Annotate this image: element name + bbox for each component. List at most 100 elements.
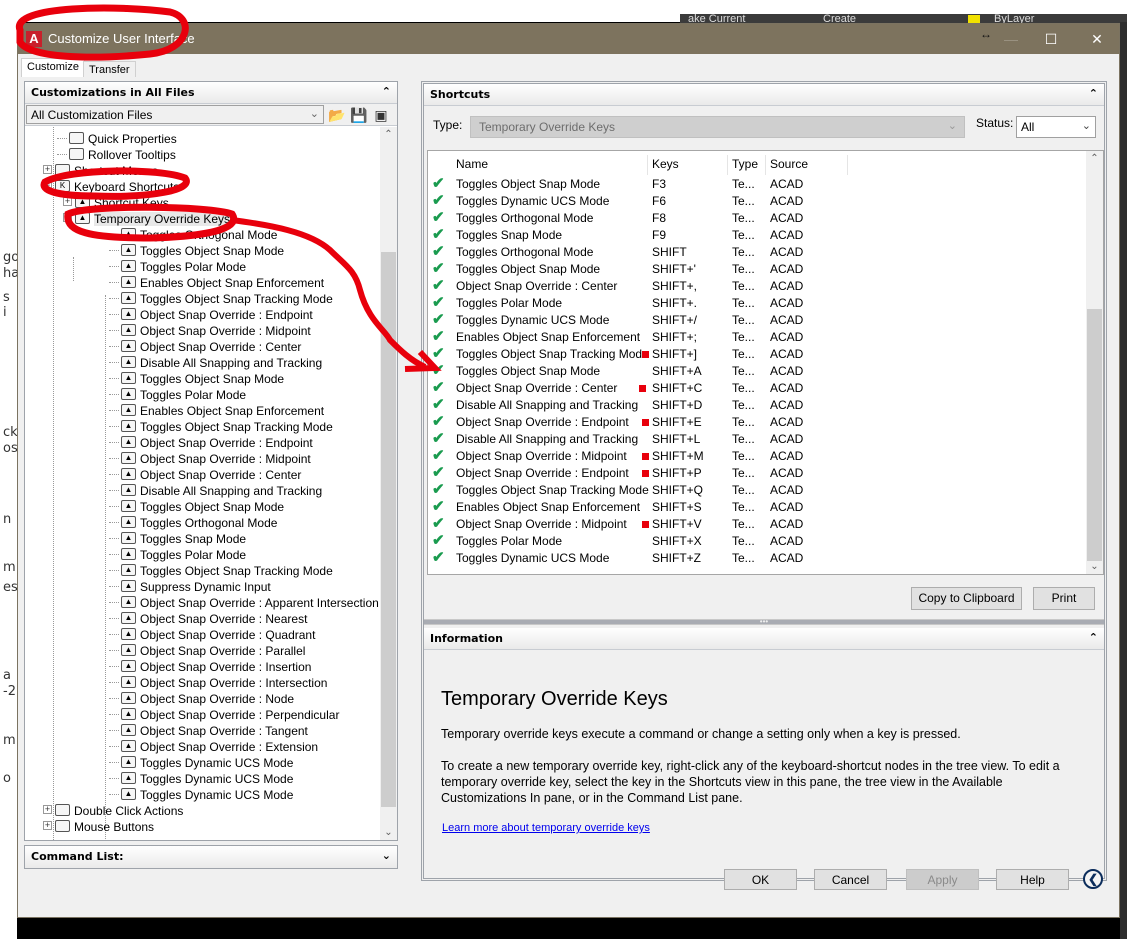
tree-item[interactable]: ▲ Object Snap Override : Midpoint	[109, 322, 311, 338]
tree-item[interactable]: ▲ Object Snap Override : Parallel	[109, 642, 305, 658]
shortcut-row[interactable]: ✔ Toggles Polar Mode SHIFT+. Te... ACAD	[428, 294, 1084, 312]
tree-item[interactable]: ▲ Object Snap Override : Apparent Interse…	[109, 594, 379, 610]
tree-item[interactable]: ▲ Toggles Object Snap Mode	[109, 498, 284, 514]
double-chevron-up-icon[interactable]: ⌃	[1089, 87, 1098, 100]
column-header-type[interactable]: Type	[728, 155, 766, 175]
column-header-source[interactable]: Source	[766, 155, 848, 175]
tree-item[interactable]: ▲ Toggles Polar Mode	[109, 386, 246, 402]
shortcut-row[interactable]: ✔ Toggles Dynamic UCS Mode SHIFT+/ Te... ACA…	[428, 311, 1084, 329]
close-button[interactable]: ✕	[1074, 24, 1120, 54]
shortcut-row[interactable]: ✔ Toggles Object Snap Mode SHIFT+A Te... ACA…	[428, 362, 1084, 380]
shortcut-row[interactable]: ✔ Toggles Object Snap Tracking Mode SHIFT+…	[428, 481, 1084, 499]
tree-item[interactable]: ▲ Enables Object Snap Enforcement	[109, 402, 324, 418]
command-list-panel[interactable]: Command List: ⌄	[24, 845, 398, 869]
tree-item[interactable]: ▲ Object Snap Override : Nearest	[109, 610, 307, 626]
scroll-down-icon[interactable]: ⌄	[1086, 561, 1103, 572]
tree-item[interactable]: Rollover Tooltips	[57, 146, 176, 162]
tree-item[interactable]: ▲ Toggles Object Snap Tracking Mode	[109, 562, 333, 578]
double-chevron-up-icon[interactable]: ⌃	[1089, 631, 1098, 644]
scroll-down-icon[interactable]: ⌄	[380, 827, 397, 838]
status-dropdown[interactable]: All ⌄	[1016, 116, 1096, 138]
tree-item[interactable]: ▲ Object Snap Override : Intersection	[109, 674, 327, 690]
tree-item[interactable]: ▲ Object Snap Override : Tangent	[109, 722, 308, 738]
shortcut-row[interactable]: ✔ Toggles Polar Mode SHIFT+X Te... ACAD	[428, 532, 1084, 550]
shortcut-row[interactable]: ✔ Enables Object Snap Enforcement SHIFT+; T…	[428, 328, 1084, 346]
shortcut-row[interactable]: ✔ Object Snap Override : Midpoint SHIFT+M T…	[428, 447, 1084, 465]
tree-item[interactable]: ▲ Toggles Object Snap Tracking Mode	[109, 418, 333, 434]
tree-item[interactable]: ▲ Object Snap Override : Quadrant	[109, 626, 315, 642]
shortcut-row[interactable]: ✔ Object Snap Override : Midpoint SHIFT+V T…	[428, 515, 1084, 533]
customization-files-dropdown[interactable]: All Customization Files ⌄	[26, 105, 324, 124]
shortcut-row[interactable]: ✔ Toggles Dynamic UCS Mode F6 Te... ACAD	[428, 192, 1084, 210]
open-file-icon[interactable]: 📂	[328, 106, 346, 124]
expand-icon[interactable]: +	[43, 165, 52, 175]
tree-item[interactable]: ▲ Toggles Object Snap Tracking Mode	[109, 290, 333, 306]
copy-to-clipboard-button[interactable]: Copy to Clipboard	[911, 587, 1022, 610]
shortcut-row[interactable]: ✔ Enables Object Snap Enforcement SHIFT+S T…	[428, 498, 1084, 516]
tree-item[interactable]: ▲ Disable All Snapping and Tracking	[109, 354, 322, 370]
tree-item[interactable]: ▲ Enables Object Snap Enforcement	[109, 274, 324, 290]
tree-scrollbar[interactable]: ⌃ ⌄	[380, 127, 397, 840]
customizations-tree[interactable]: Quick Properties Rollover Tooltips + Shortc…	[25, 127, 381, 840]
tree-item[interactable]: ▲ Toggles Dynamic UCS Mode	[109, 770, 293, 786]
print-button[interactable]: Print	[1033, 587, 1095, 610]
scrollbar-thumb[interactable]	[381, 252, 396, 807]
information-panel-header[interactable]: Information ⌃	[424, 628, 1104, 650]
scroll-up-icon[interactable]: ⌃	[380, 129, 397, 140]
expand-icon[interactable]: +	[63, 197, 72, 207]
tree-item[interactable]: ▲ Toggles Dynamic UCS Mode	[109, 754, 293, 770]
shortcut-row[interactable]: ✔ Toggles Object Snap Tracking Mode SHIFT+…	[428, 345, 1084, 363]
customizations-panel-header[interactable]: Customizations in All Files ⌃	[25, 82, 397, 104]
shortcut-row[interactable]: ✔ Toggles Snap Mode F9 Te... ACAD	[428, 226, 1084, 244]
column-header-keys[interactable]: Keys	[648, 155, 728, 175]
shortcut-row[interactable]: ✔ Toggles Dynamic UCS Mode SHIFT+Z Te... ACA…	[428, 549, 1084, 567]
tree-item[interactable]: ▲ Object Snap Override : Insertion	[109, 658, 311, 674]
tree-item[interactable]: + Mouse Buttons	[43, 818, 154, 834]
tree-item[interactable]: ▲ Toggles Polar Mode	[109, 258, 246, 274]
tree-item[interactable]: ▲ Object Snap Override : Endpoint	[109, 306, 313, 322]
double-chevron-down-icon[interactable]: ⌄	[382, 849, 391, 862]
shortcut-row[interactable]: ✔ Object Snap Override : Center SHIFT+C Te.…	[428, 379, 1084, 397]
tree-item[interactable]: ▲ Toggles Object Snap Mode	[109, 370, 284, 386]
tree-item[interactable]: + Shortcut Menus	[43, 162, 158, 178]
tree-item[interactable]: ▲ Toggles Orthogonal Mode	[109, 514, 277, 530]
shortcut-row[interactable]: ✔ Disable All Snapping and Tracking SHIFT+…	[428, 430, 1084, 448]
expand-icon[interactable]: +	[43, 805, 52, 815]
shortcut-row[interactable]: ✔ Toggles Orthogonal Mode F8 Te... ACAD	[428, 209, 1084, 227]
title-bar[interactable]: A Customize User Interface ↔ — ☐ ✕	[18, 24, 1119, 54]
tree-item[interactable]: ▲ Object Snap Override : Center	[109, 338, 301, 354]
tree-item[interactable]: ▲ Suppress Dynamic Input	[109, 578, 271, 594]
tree-item[interactable]: ▲ Toggles Polar Mode	[109, 546, 246, 562]
tree-item[interactable]: ▲ Object Snap Override : Extension	[109, 738, 318, 754]
shortcut-row[interactable]: ✔ Object Snap Override : Center SHIFT+, Te.…	[428, 277, 1084, 295]
tree-item[interactable]: ▲ Object Snap Override : Midpoint	[109, 450, 311, 466]
double-chevron-up-icon[interactable]: ⌃	[382, 85, 391, 98]
tree-item[interactable]: + ▲ Shortcut Keys	[63, 194, 169, 210]
help-button[interactable]: Help	[996, 869, 1069, 890]
maximize-button[interactable]: ☐	[1028, 24, 1074, 54]
shortcut-row[interactable]: ✔ Toggles Orthogonal Mode SHIFT Te... ACAD	[428, 243, 1084, 261]
tree-item[interactable]: Quick Properties	[57, 130, 177, 146]
tree-item[interactable]: ▲ Toggles Object Snap Mode	[109, 242, 284, 258]
tree-item[interactable]: ▲ Object Snap Override : Node	[109, 690, 294, 706]
shortcuts-list[interactable]: Name Keys Type Source ✔ Toggles Object Sn…	[427, 150, 1104, 575]
collapse-icon[interactable]: −	[43, 181, 52, 191]
apply-button[interactable]: Apply	[906, 869, 979, 890]
tree-item[interactable]: ▲ Disable All Snapping and Tracking	[109, 482, 322, 498]
shortcuts-scrollbar[interactable]: ⌃ ⌄	[1086, 151, 1103, 574]
shortcut-row[interactable]: ✔ Object Snap Override : Endpoint SHIFT+P T…	[428, 464, 1084, 482]
ok-button[interactable]: OK	[724, 869, 797, 890]
shortcut-row[interactable]: ✔ Toggles Object Snap Mode F3 Te... ACAD	[428, 175, 1084, 193]
tree-item[interactable]: ▲ Object Snap Override : Endpoint	[109, 434, 313, 450]
tree-item[interactable]: ▲ Toggles Dynamic UCS Mode	[109, 786, 293, 802]
scroll-up-icon[interactable]: ⌃	[1086, 153, 1103, 164]
collapse-icon[interactable]: −	[63, 213, 72, 223]
collapse-panel-icon[interactable]: ❮	[1083, 869, 1103, 889]
learn-more-link[interactable]: Learn more about temporary override keys	[442, 822, 650, 834]
shortcut-row[interactable]: ✔ Object Snap Override : Endpoint SHIFT+E T…	[428, 413, 1084, 431]
save-icon[interactable]: 💾	[350, 106, 368, 124]
tree-item[interactable]: − K Keyboard Shortcuts	[43, 178, 179, 194]
scrollbar-thumb[interactable]	[1087, 309, 1102, 561]
column-header-name[interactable]: Name	[452, 155, 648, 175]
shortcut-row[interactable]: ✔ Disable All Snapping and Tracking SHIFT+…	[428, 396, 1084, 414]
